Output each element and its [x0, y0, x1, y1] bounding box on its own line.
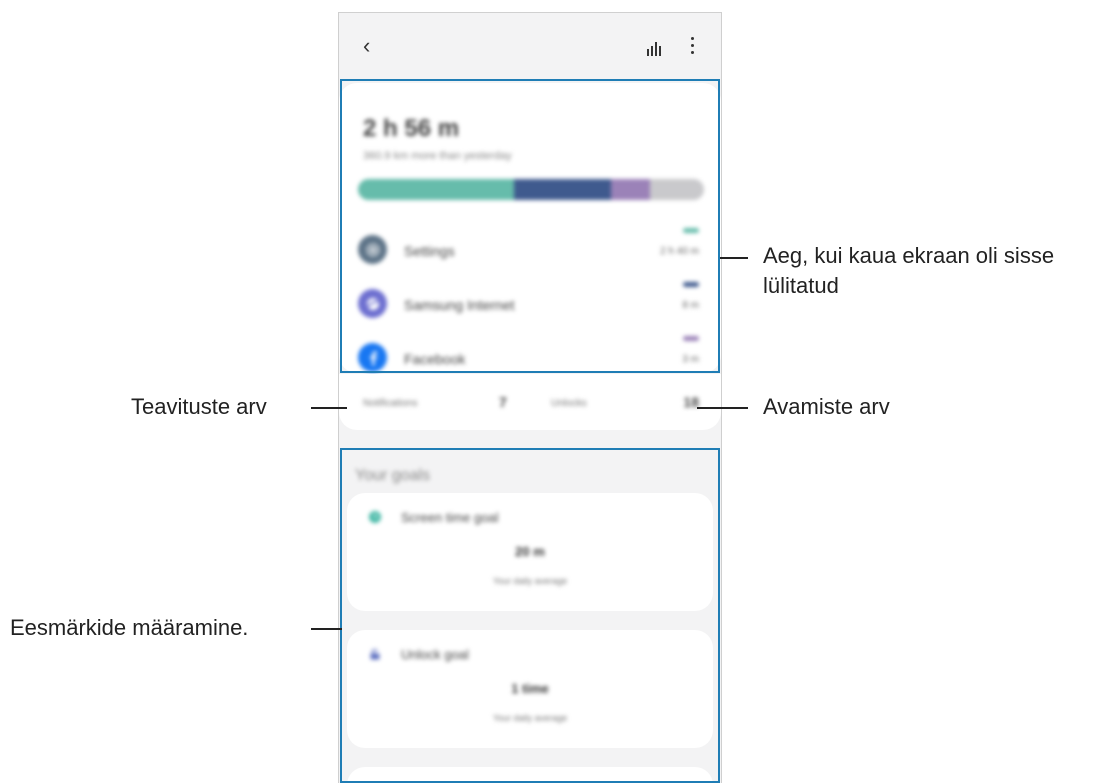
- callout-goals: Eesmärkide määramine.: [10, 615, 249, 640]
- usage-segment: [610, 179, 651, 200]
- goal-subtitle: Your daily average: [492, 576, 568, 586]
- next-card-partial: [347, 767, 713, 783]
- app-row-settings[interactable]: Settings 2 h 40 m: [339, 228, 721, 271]
- app-color-dash: [683, 282, 699, 287]
- app-color-dash: [683, 228, 699, 233]
- callout-notifications: Teavituste arv: [131, 394, 267, 419]
- app-name: Settings: [404, 243, 455, 259]
- notifications-unlocks-card[interactable]: Notifications 7 Unlocks 18: [339, 374, 721, 430]
- unlock-icon: [370, 649, 380, 660]
- total-screen-time: 2 h 56 m: [363, 115, 460, 142]
- goal-title: Screen time goal: [401, 510, 499, 525]
- app-color-dash: [683, 336, 699, 341]
- app-usage-time: 8 m: [682, 300, 699, 311]
- bar-chart-icon: [647, 49, 649, 56]
- notifications-count: 7: [499, 394, 507, 410]
- app-name: Samsung Internet: [404, 297, 515, 313]
- gear-icon: [358, 235, 387, 264]
- callout-line-unlocks: [697, 407, 748, 409]
- goal-title: Unlock goal: [401, 647, 469, 662]
- usage-segment: [650, 179, 704, 200]
- goals-section-title: Your goals: [355, 467, 431, 484]
- usage-segment: [358, 179, 514, 200]
- chart-view-button[interactable]: [647, 42, 663, 56]
- app-bar: ‹: [339, 12, 721, 82]
- screen-time-goal-card[interactable]: Screen time goal 20 m Your daily average: [347, 493, 713, 611]
- unlock-goal-card[interactable]: Unlock goal 1 time Your daily average: [347, 630, 713, 748]
- notifications-label: Notifications: [363, 398, 418, 409]
- app-row-facebook[interactable]: Facebook 3 m: [339, 336, 721, 379]
- callout-line-notifications: [311, 407, 347, 409]
- app-usage-time: 3 m: [682, 354, 699, 365]
- goal-value: 20 m: [515, 544, 545, 559]
- goal-value: 1 time: [511, 681, 549, 696]
- callout-screen-time: Aeg, kui kaua ekraan oli sisse lülitatud: [763, 243, 1055, 298]
- more-options-button[interactable]: [689, 37, 695, 55]
- callout-unlocks: Avamiste arv: [763, 394, 890, 419]
- planet-icon: [358, 289, 387, 318]
- usage-breakdown-bar: [358, 179, 704, 200]
- callout-line-goals: [311, 628, 342, 630]
- callout-line-screen-time: [720, 257, 748, 259]
- screen-time-card[interactable]: 2 h 56 m 360.9 km more than yesterday Se…: [339, 83, 721, 373]
- clock-icon: [369, 511, 381, 523]
- goal-subtitle: Your daily average: [492, 713, 568, 723]
- app-usage-time: 2 h 40 m: [660, 246, 699, 257]
- more-vertical-icon: [691, 37, 694, 40]
- unlocks-label: Unlocks: [551, 398, 587, 409]
- phone-screen: ‹ 2 h 56 m 360.9 km more than yesterday …: [338, 12, 722, 783]
- facebook-icon: [358, 343, 387, 372]
- app-row-samsung-internet[interactable]: Samsung Internet 8 m: [339, 282, 721, 325]
- usage-segment: [513, 179, 611, 200]
- screen-time-comparison: 360.9 km more than yesterday: [363, 150, 512, 162]
- back-button[interactable]: ‹: [363, 34, 370, 58]
- app-name: Facebook: [404, 351, 466, 367]
